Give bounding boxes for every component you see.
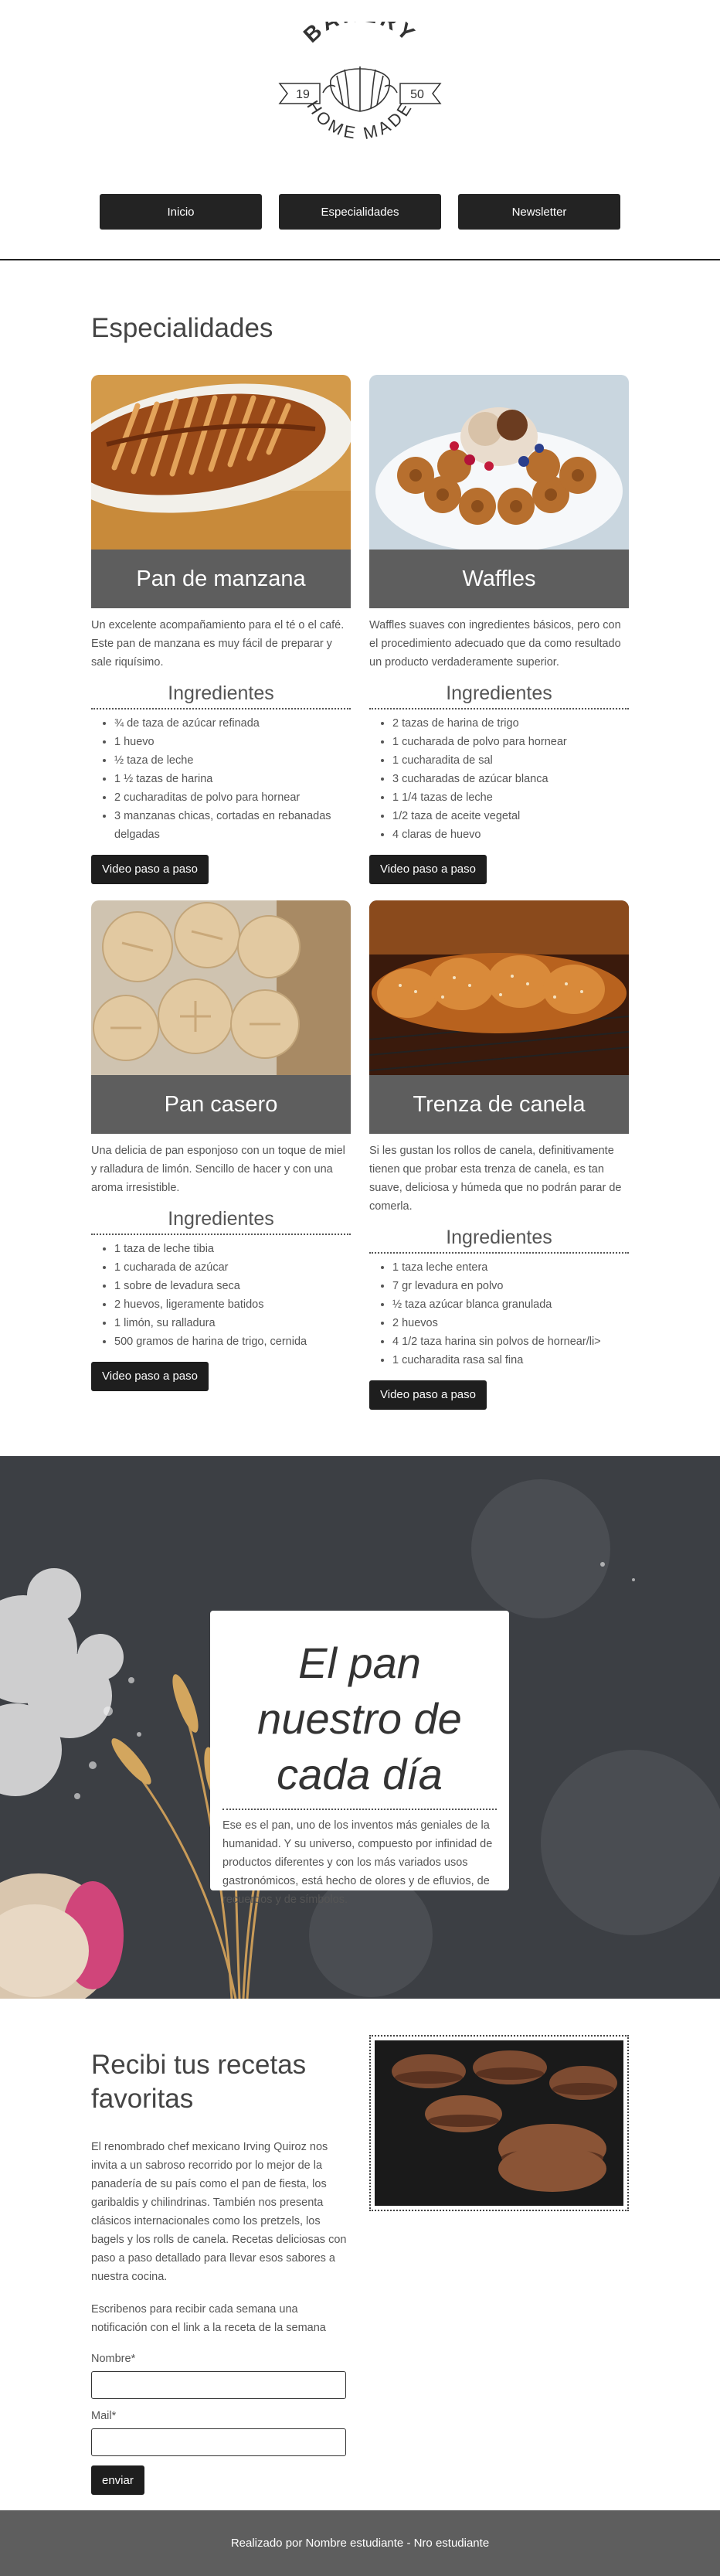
- ingredients-list: ¾ de taza de azúcar refinada 1 huevo ½ t…: [91, 714, 351, 844]
- ingredients-heading: Ingredientes: [91, 1208, 351, 1235]
- hero-card: El pan nuestro de cada día Ese es el pan…: [210, 1611, 509, 1906]
- hero-section: El pan nuestro de cada día Ese es el pan…: [0, 1456, 720, 1999]
- recipe-title: Pan de manzana: [91, 550, 351, 608]
- recipe-title: Waffles: [369, 550, 629, 608]
- ingredient-item: 1 ½ tazas de harina: [114, 770, 351, 788]
- recipe-card-trenza-de-canela: Trenza de canela Si les gustan los rollo…: [369, 900, 629, 1410]
- submit-button[interactable]: enviar: [91, 2465, 144, 2495]
- ingredient-item: 4 claras de huevo: [392, 825, 629, 844]
- nav-newsletter-button[interactable]: Newsletter: [458, 194, 620, 230]
- cinnamon-braid-photo: [369, 900, 629, 1075]
- video-button[interactable]: Video paso a paso: [91, 855, 209, 884]
- ingredient-item: 1 cucharada de azúcar: [114, 1258, 351, 1277]
- newsletter-paragraph: El renombrado chef mexicano Irving Quiro…: [91, 2141, 347, 2283]
- ingredients-list: 1 taza leche entera 7 gr levadura en pol…: [369, 1258, 629, 1370]
- ingredients-heading: Ingredientes: [369, 1227, 629, 1254]
- ingredient-item: 1 limón, su ralladura: [114, 1314, 351, 1332]
- logo-right-year: 50: [410, 88, 424, 101]
- recipe-card-pan-casero: Pan casero Una delicia de pan esponjoso …: [91, 900, 351, 1391]
- ingredient-item: 1 taza de leche tibia: [114, 1240, 351, 1258]
- ingredient-item: 7 gr levadura en polvo: [392, 1277, 629, 1295]
- waffles-photo: [369, 375, 629, 550]
- ingredient-item: 3 cucharadas de azúcar blanca: [392, 770, 629, 788]
- ingredients-heading: Ingredientes: [91, 682, 351, 710]
- recipe-description: Un excelente acompañamiento para el té o…: [91, 619, 345, 669]
- ingredient-item: 2 tazas de harina de trigo: [392, 714, 629, 733]
- ingredient-item: 1/2 taza de aceite vegetal: [392, 807, 629, 825]
- ingredient-item: 1 cucharadita rasa sal fina: [392, 1351, 629, 1370]
- specialties-title: Especialidades: [91, 313, 273, 343]
- hero-text: Ese es el pan, uno de los inventos más g…: [222, 1819, 493, 1906]
- video-button[interactable]: Video paso a paso: [369, 1380, 487, 1410]
- recipe-card-waffles: Waffles Waffles suaves con ingredientes …: [369, 375, 629, 884]
- name-field-label: Nombre*: [91, 2353, 136, 2365]
- ingredients-list: 2 tazas de harina de trigo 1 cucharada d…: [369, 714, 629, 844]
- recipe-description: Una delicia de pan esponjoso con un toqu…: [91, 1145, 345, 1194]
- bakery-logo: BAKERY HOME MADE 19 50: [278, 22, 442, 143]
- ingredient-item: 1 cucharada de polvo para hornear: [392, 733, 629, 751]
- ingredient-item: 1 cucharadita de sal: [392, 751, 629, 770]
- ingredient-item: ½ taza de leche: [114, 751, 351, 770]
- recipe-description: Waffles suaves con ingredientes básicos,…: [369, 619, 621, 669]
- recipe-card-pan-de-manzana: Pan de manzana Un excelente acompañamien…: [91, 375, 351, 884]
- nav-especialidades-button[interactable]: Especialidades: [279, 194, 441, 230]
- header-divider: [0, 259, 720, 260]
- ingredient-item: 2 huevos, ligeramente batidos: [114, 1295, 351, 1314]
- svg-text:BAKERY: BAKERY: [299, 22, 422, 47]
- ingredient-item: 1 sobre de levadura seca: [114, 1277, 351, 1295]
- logo-top-text: BAKERY: [299, 22, 419, 47]
- ingredients-heading: Ingredientes: [369, 682, 629, 710]
- logo-left-year: 19: [296, 88, 310, 101]
- ingredient-item: 500 gramos de harina de trigo, cernida: [114, 1332, 351, 1351]
- ingredient-item: 2 cucharaditas de polvo para hornear: [114, 788, 351, 807]
- main-nav: Inicio Especialidades Newsletter: [0, 194, 720, 230]
- ingredients-list: 1 taza de leche tibia 1 cucharada de azú…: [91, 1240, 351, 1351]
- nav-inicio-button[interactable]: Inicio: [100, 194, 262, 230]
- ingredient-item: 4 1/2 taza harina sin polvos de hornear/…: [392, 1332, 629, 1351]
- video-button[interactable]: Video paso a paso: [369, 855, 487, 884]
- ingredient-item: 2 huevos: [392, 1314, 629, 1332]
- hero-title: El pan nuestro de cada día: [222, 1635, 497, 1810]
- ingredient-item: 1 huevo: [114, 733, 351, 751]
- newsletter-paragraph-2: Escribenos para recibir cada semana una …: [91, 2303, 326, 2334]
- croissant-icon: [322, 66, 398, 112]
- recipe-description: Si les gustan los rollos de canela, defi…: [369, 1145, 622, 1213]
- video-button[interactable]: Video paso a paso: [91, 1362, 209, 1391]
- apple-bread-photo: [91, 375, 351, 550]
- recipe-title: Trenza de canela: [369, 1075, 629, 1134]
- homemade-bread-photo: [91, 900, 351, 1075]
- newsletter-title: Recibi tus recetas favoritas: [91, 2050, 307, 2114]
- ingredient-item: 3 manzanas chicas, cortadas en rebanadas…: [114, 807, 351, 844]
- macarons-photo: [369, 2035, 629, 2211]
- ingredient-item: 1 taza leche entera: [392, 1258, 629, 1277]
- ingredient-item: ¾ de taza de azúcar refinada: [114, 714, 351, 733]
- site-footer: Realizado por Nombre estudiante - Nro es…: [0, 2510, 720, 2576]
- recipe-title: Pan casero: [91, 1075, 351, 1134]
- site-header: BAKERY HOME MADE 19 50 Inicio Especialid…: [0, 0, 720, 263]
- mail-field[interactable]: [91, 2428, 346, 2456]
- name-field[interactable]: [91, 2371, 346, 2399]
- ingredient-item: ½ taza azúcar blanca granulada: [392, 1295, 629, 1314]
- ingredient-item: 1 1/4 tazas de leche: [392, 788, 629, 807]
- mail-field-label: Mail*: [91, 2410, 117, 2422]
